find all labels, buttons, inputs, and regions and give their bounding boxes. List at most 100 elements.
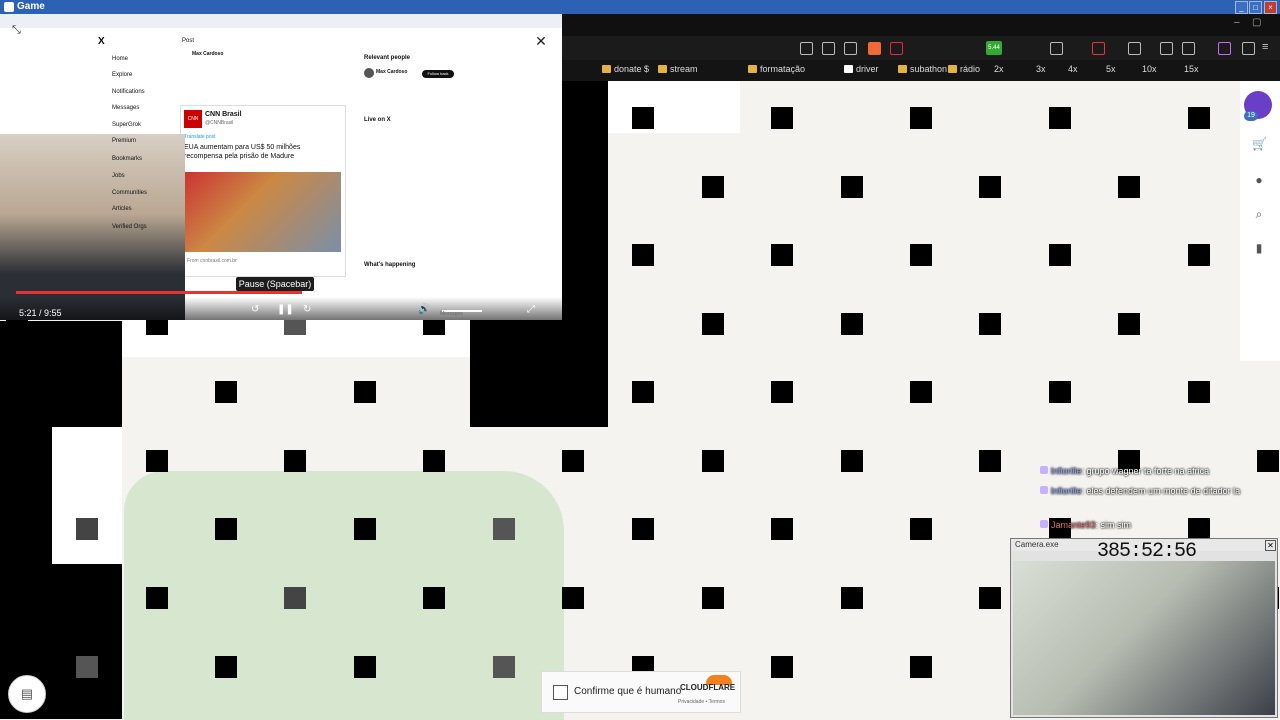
bookmark-formatacao[interactable]: formatação <box>748 64 805 74</box>
cart-icon[interactable]: 🛒 <box>1252 137 1267 151</box>
board-cell[interactable] <box>76 381 98 403</box>
board-cell[interactable] <box>1257 450 1279 472</box>
people-icon[interactable]: ● <box>1252 173 1266 187</box>
board-cell[interactable] <box>423 587 445 609</box>
board-cell[interactable] <box>910 107 932 129</box>
board-cell[interactable] <box>1118 313 1140 335</box>
board-cell[interactable] <box>354 656 376 678</box>
board-cell[interactable] <box>771 518 793 540</box>
bookmark-3x[interactable]: 3x <box>1036 64 1046 74</box>
board-cell[interactable] <box>6 587 28 609</box>
board-cell[interactable] <box>632 518 654 540</box>
translate-icon[interactable] <box>822 42 835 55</box>
x-nav-item[interactable]: Bookmarks <box>112 156 142 162</box>
board-cell[interactable] <box>979 176 1001 198</box>
x-nav-item[interactable]: Premium <box>112 138 136 144</box>
board-cell[interactable] <box>771 381 793 403</box>
x-logo-icon[interactable]: X <box>98 36 105 47</box>
board-cell[interactable] <box>562 587 584 609</box>
rewind-icon[interactable]: ↺ <box>251 305 259 315</box>
sidebar-icon[interactable] <box>1160 42 1173 55</box>
board-cell[interactable] <box>771 656 793 678</box>
board-cell[interactable] <box>910 381 932 403</box>
board-cell[interactable] <box>215 381 237 403</box>
board-cell[interactable] <box>284 450 306 472</box>
camera-window[interactable]: Camera.exe 385:52:56 ✕ <box>1010 538 1278 718</box>
share-icon[interactable] <box>844 42 857 55</box>
menu-icon[interactable]: ≡ <box>1262 41 1268 53</box>
x-nav-item[interactable]: Home <box>112 56 128 62</box>
avatar[interactable] <box>364 68 374 78</box>
close-button[interactable]: × <box>1264 1 1277 14</box>
board-cell[interactable] <box>841 176 863 198</box>
quoted-post[interactable]: CNN CNN Brasil @CNNBrasil Translate post… <box>180 105 346 277</box>
board-cell[interactable] <box>910 518 932 540</box>
translate-link[interactable]: Translate post <box>184 134 216 140</box>
board-cell[interactable] <box>702 313 724 335</box>
search-icon[interactable]: ⌕ <box>1252 207 1266 221</box>
x-nav-item[interactable]: Explore <box>112 72 132 78</box>
x-nav-item[interactable]: Articles <box>112 206 132 212</box>
board-cell[interactable] <box>841 450 863 472</box>
board-cell[interactable] <box>771 107 793 129</box>
bookmark-radio[interactable]: rádio <box>948 64 980 74</box>
news-photo[interactable] <box>185 172 341 252</box>
board-cell[interactable] <box>702 176 724 198</box>
bookmark-5x[interactable]: 5x <box>1106 64 1116 74</box>
cast-icon[interactable] <box>800 42 813 55</box>
close-icon[interactable]: ✕ <box>1265 540 1276 551</box>
video-player[interactable]: ⤡ X Post Max Cardoso CNN CNN Brasil @CNN… <box>0 14 562 320</box>
board-cell[interactable] <box>146 450 168 472</box>
brave-rewards-icon[interactable] <box>890 42 903 55</box>
board-cell[interactable] <box>562 450 584 472</box>
board-cell[interactable] <box>215 518 237 540</box>
x-nav-item[interactable]: SuperGrok <box>112 122 141 128</box>
board-cell[interactable] <box>702 587 724 609</box>
captcha-checkbox[interactable] <box>553 685 568 700</box>
board-cell[interactable] <box>146 587 168 609</box>
x-nav-item[interactable]: Jobs <box>112 173 125 179</box>
close-icon[interactable]: ✕ <box>534 34 548 48</box>
board-cell[interactable] <box>1049 381 1071 403</box>
volume-icon[interactable]: 🔊 <box>418 305 430 315</box>
bookmark-2x[interactable]: 2x <box>994 64 1004 74</box>
board-cell[interactable] <box>284 587 306 609</box>
bookmark-10x[interactable]: 10x <box>1142 64 1157 74</box>
follow-back-button[interactable]: Follow back <box>422 70 454 78</box>
captcha-links[interactable]: Privacidade • Termos <box>678 699 725 705</box>
board-cell[interactable] <box>1188 518 1210 540</box>
x-nav-item[interactable]: Messages <box>112 105 139 111</box>
link-source[interactable]: From cnnbrasil.com.br <box>187 258 237 264</box>
board-cell[interactable] <box>632 381 654 403</box>
bookmark-stream[interactable]: stream <box>658 64 698 74</box>
board-cell[interactable] <box>1118 176 1140 198</box>
board-cell[interactable] <box>1049 107 1071 129</box>
board-cell[interactable] <box>841 587 863 609</box>
board-cell[interactable] <box>493 381 515 403</box>
board-cell[interactable] <box>979 313 1001 335</box>
pause-icon[interactable]: ❚❚ <box>277 305 294 315</box>
board-cell[interactable] <box>841 313 863 335</box>
relevant-person-name[interactable]: Max Cardoso <box>376 69 407 75</box>
profile-icon[interactable] <box>1242 42 1255 55</box>
board-cell[interactable] <box>1188 381 1210 403</box>
post-author[interactable]: Max Cardoso <box>192 51 223 57</box>
bookmark-driver[interactable]: driver <box>844 64 879 74</box>
board-cell[interactable] <box>493 656 515 678</box>
window-restore-icon[interactable]: ▢ <box>1252 17 1261 28</box>
board-cell[interactable] <box>1188 244 1210 266</box>
wallet-icon[interactable] <box>1182 42 1195 55</box>
chart-icon[interactable]: ▮ <box>1252 241 1266 255</box>
bookmark-15x[interactable]: 15x <box>1184 64 1199 74</box>
board-cell[interactable] <box>215 656 237 678</box>
board-cell[interactable] <box>702 450 724 472</box>
chat-widget-icon[interactable]: ▤ <box>8 675 46 713</box>
bookmark-4x[interactable]: 4x <box>1068 64 1078 74</box>
board-cell[interactable] <box>910 656 932 678</box>
minimize-button[interactable]: _ <box>1235 1 1248 14</box>
forward-icon[interactable]: ↻ <box>303 305 311 315</box>
board-cell[interactable] <box>76 518 98 540</box>
board-cell[interactable] <box>979 450 1001 472</box>
board-cell[interactable] <box>632 107 654 129</box>
bookmark-donate[interactable]: donate $ <box>602 64 649 74</box>
